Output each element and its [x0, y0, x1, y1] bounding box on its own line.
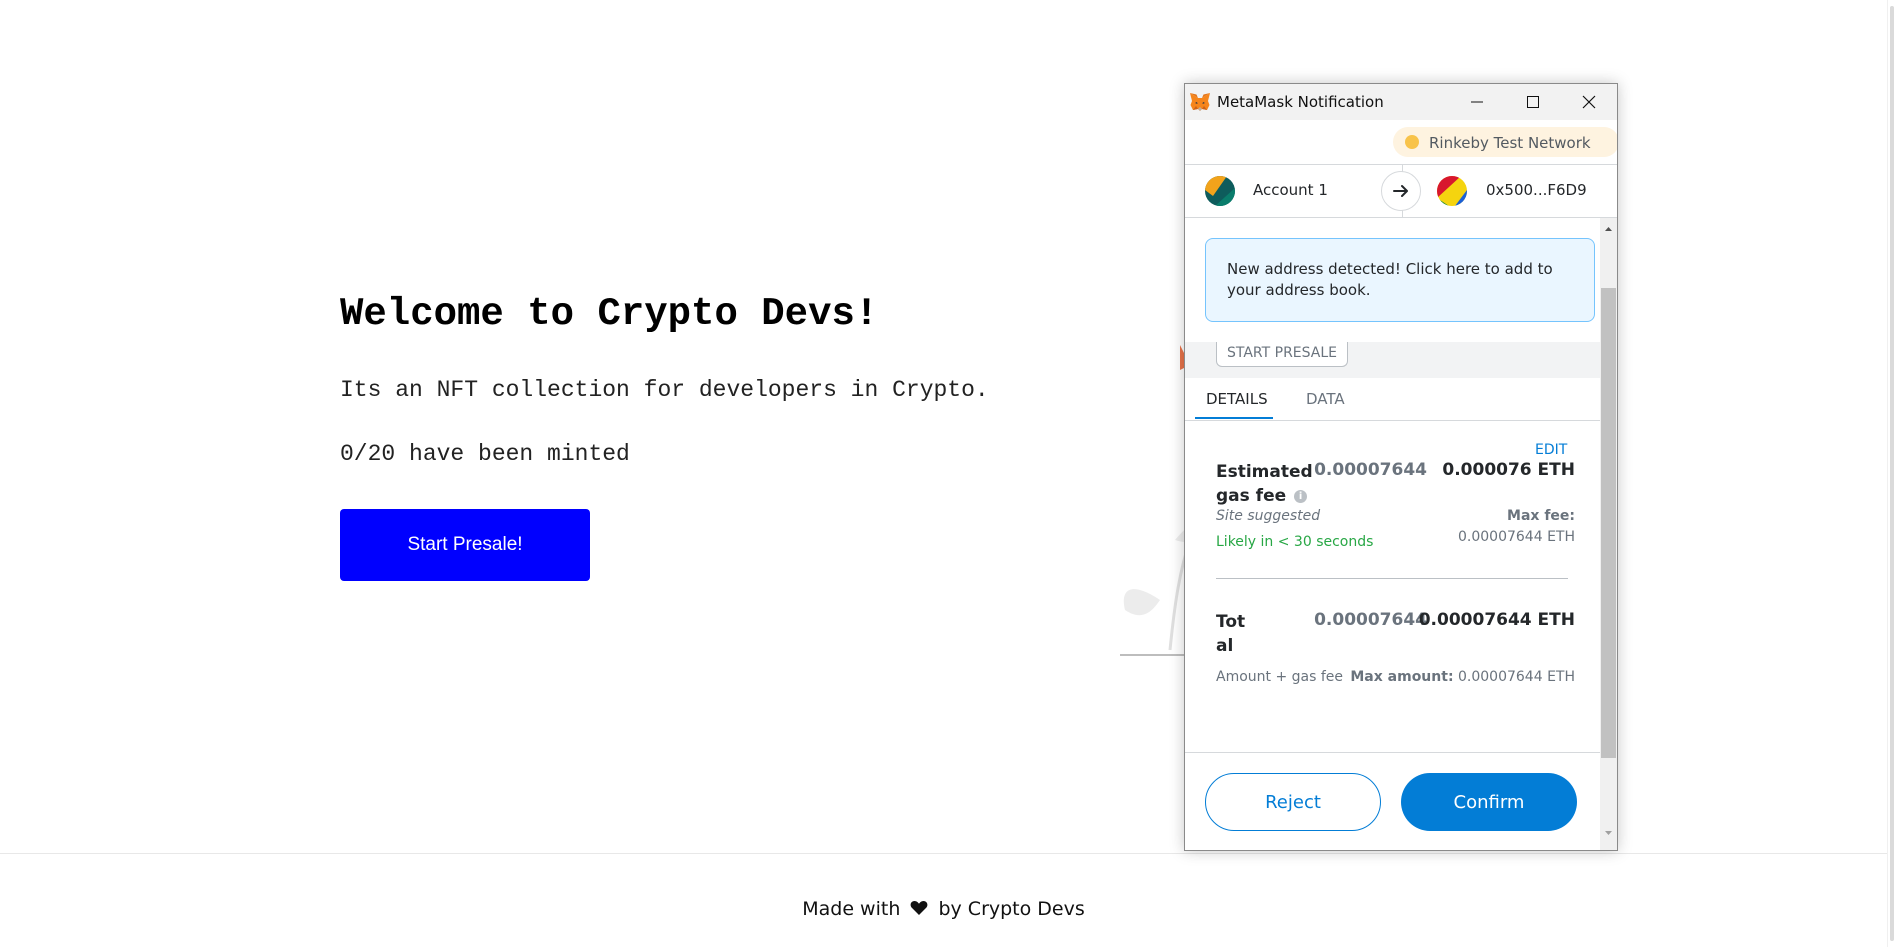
scroll-up-arrow-icon[interactable] — [1600, 222, 1617, 236]
total-label: Total — [1216, 612, 1246, 656]
details-tabs: DETAILS DATA — [1185, 378, 1600, 421]
window-title: MetaMask Notification — [1217, 93, 1384, 111]
max-amount: Max amount: 0.00007644 ETH — [1350, 669, 1575, 685]
network-selector[interactable]: Rinkeby Test Network — [1393, 127, 1617, 157]
amount-plus-gas-label: Amount + gas fee — [1216, 669, 1344, 685]
window-titlebar[interactable]: MetaMask Notification — [1185, 84, 1617, 120]
window-minimize-button[interactable] — [1449, 84, 1505, 120]
likely-time-label: Likely in < 30 seconds — [1216, 534, 1374, 550]
total-eth: 0.00007644 ETH — [1418, 610, 1575, 630]
max-fee-value: 0.00007644 ETH — [1458, 529, 1575, 545]
method-strip: START PRESALE — [1185, 342, 1600, 378]
info-icon[interactable]: i — [1294, 489, 1308, 503]
popup-scroll-thumb[interactable] — [1601, 288, 1616, 758]
page-description: Its an NFT collection for developers in … — [340, 377, 989, 403]
estimated-gas-fee-label: Estimated gas fee i — [1216, 460, 1316, 508]
max-fee-label: Max fee: — [1507, 508, 1575, 524]
max-amount-label: Max amount: — [1350, 669, 1454, 685]
page-scroll-thumb[interactable] — [1890, 6, 1894, 941]
arrow-right-icon — [1381, 171, 1421, 211]
network-row: Rinkeby Test Network — [1185, 120, 1617, 165]
estimated-fee-eth: 0.000076 ETH — [1442, 460, 1575, 480]
minted-count: 0/20 have been minted — [340, 441, 630, 467]
window-maximize-button[interactable] — [1505, 84, 1561, 120]
footer-by: by Crypto Devs — [938, 898, 1085, 920]
active-tab-indicator — [1195, 417, 1273, 419]
section-divider — [1216, 578, 1568, 579]
network-status-dot — [1405, 135, 1419, 149]
start-presale-button[interactable]: Start Presale! — [340, 509, 590, 581]
maximize-icon — [1527, 96, 1539, 108]
sender-recipient-row: Account 1 0x500...F6D9 — [1185, 165, 1617, 218]
network-name: Rinkeby Test Network — [1429, 134, 1591, 152]
recipient-address[interactable]: 0x500...F6D9 — [1486, 181, 1587, 199]
edit-gas-link[interactable]: EDIT — [1535, 442, 1567, 458]
page-scrollbar[interactable] — [1887, 0, 1900, 947]
metamask-fox-icon — [1189, 92, 1211, 112]
total-secondary: 0.00007644 — [1314, 610, 1427, 630]
max-amount-value: 0.00007644 ETH — [1458, 669, 1575, 685]
minimize-icon — [1471, 101, 1483, 103]
popup-scrollbar[interactable] — [1600, 218, 1617, 850]
footer-credit: Made with by Crypto Devs — [0, 898, 1887, 921]
transaction-details-scroll[interactable]: New address detected! Click here to add … — [1185, 218, 1600, 752]
scroll-down-arrow-icon[interactable] — [1600, 826, 1617, 840]
new-address-notice-text: New address detected! Click here to add … — [1227, 260, 1553, 299]
popup-actions: Reject Confirm — [1185, 752, 1600, 850]
close-icon — [1582, 95, 1596, 109]
tab-data[interactable]: DATA — [1306, 390, 1345, 408]
metamask-notification-window: MetaMask Notification Rinkeby Test Netwo… — [1184, 83, 1618, 851]
page-title: Welcome to Crypto Devs! — [340, 292, 879, 336]
contract-method-badge: START PRESALE — [1216, 342, 1349, 367]
from-account-avatar — [1205, 176, 1235, 206]
footer-made-with: Made with — [802, 898, 901, 920]
page-footer: Made with by Crypto Devs — [0, 853, 1900, 948]
confirm-button[interactable]: Confirm — [1401, 773, 1577, 831]
new-address-notice[interactable]: New address detected! Click here to add … — [1205, 238, 1595, 322]
from-account-name[interactable]: Account 1 — [1253, 181, 1328, 199]
reject-button[interactable]: Reject — [1205, 773, 1381, 831]
estimated-fee-secondary: 0.00007644 — [1314, 460, 1427, 480]
heart-icon — [910, 899, 928, 921]
window-close-button[interactable] — [1561, 84, 1617, 120]
tab-details[interactable]: DETAILS — [1206, 390, 1268, 408]
recipient-avatar — [1437, 176, 1467, 206]
site-suggested-label: Site suggested — [1216, 508, 1321, 524]
